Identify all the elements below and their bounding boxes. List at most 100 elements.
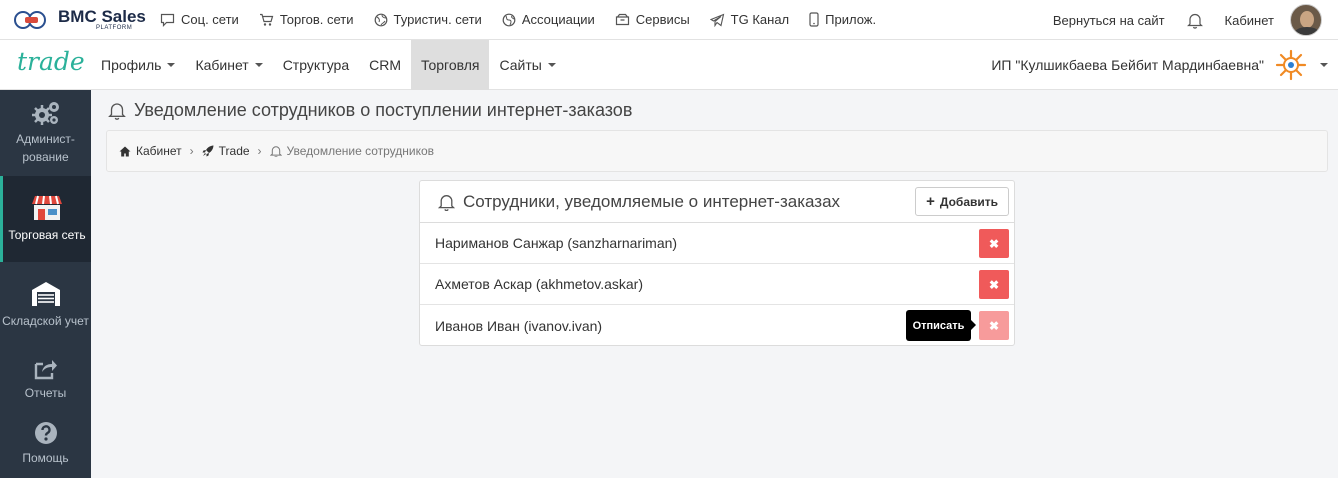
top-bar: BMC Sales PLATFORM Соц. сети Торгов. сет…: [0, 0, 1338, 40]
sidebar-item-label: Помощь: [22, 451, 69, 465]
topnav-telegram[interactable]: TG Канал: [709, 12, 790, 27]
topnav-associations[interactable]: Ассоциации: [502, 12, 595, 27]
sidebar: Админист-рование Торговая сеть Складской…: [0, 90, 91, 478]
secnav-crm[interactable]: CRM: [359, 40, 411, 90]
sidebar-item-admin[interactable]: Админист-рование: [0, 90, 91, 176]
close-icon: ✖: [988, 277, 1000, 292]
notifications-bell-icon[interactable]: [1186, 12, 1203, 29]
warehouse-icon: [30, 280, 62, 308]
share-icon: [34, 358, 58, 380]
breadcrumb-item-current: Уведомление сотрудников: [269, 144, 435, 158]
panel-title-text: Сотрудники, уведомляемые о интернет-зака…: [463, 191, 841, 211]
globe-icon: [374, 13, 388, 27]
shop-icon: [31, 194, 63, 222]
topnav-label: Прилож.: [825, 12, 877, 27]
employee-name: Иванов Иван (ivanov.ivan): [435, 317, 603, 334]
employee-name: Ахметов Аскар (akhmetov.askar): [435, 276, 643, 292]
unsubscribe-button[interactable]: ✖: [979, 229, 1009, 258]
secnav-structure[interactable]: Структура: [273, 40, 359, 90]
breadcrumb-item-trade[interactable]: Trade: [202, 144, 250, 158]
trade-logo[interactable]: trade: [0, 37, 91, 87]
secnav-label: Торговля: [421, 56, 480, 73]
company-selector[interactable]: ИП "Кулшикбаева Бейбит Мардинбаевна": [991, 40, 1338, 90]
page-title-text: Уведомление сотрудников о поступлении ин…: [134, 100, 633, 120]
secnav-label: CRM: [369, 56, 401, 73]
add-button-label: Добавить: [939, 194, 998, 209]
sidebar-item-label: Отчеты: [24, 386, 67, 400]
company-logo-icon: [1275, 49, 1307, 81]
company-name: ИП "Кулшикбаева Бейбит Мардинбаевна": [991, 57, 1264, 73]
help-icon: [34, 421, 58, 445]
secnav-profile[interactable]: Профиль: [91, 40, 185, 90]
bmc-logo-mark: [14, 9, 50, 31]
bell-icon: [108, 101, 126, 120]
panel-header: Сотрудники, уведомляемые о интернет-зака…: [420, 181, 1014, 223]
secnav-trade[interactable]: Торговля: [411, 39, 490, 90]
section-bar: trade Профиль Кабинет Структура CRM Торг…: [0, 37, 1338, 90]
breadcrumb: Кабинет › Trade › Уведомление сотруднико…: [106, 130, 1328, 172]
breadcrumb-item-cabinet[interactable]: Кабинет: [119, 144, 182, 158]
topnav-label: Соц. сети: [181, 12, 239, 27]
breadcrumb-label: Trade: [218, 144, 250, 158]
sidebar-item-label: Складской учет: [2, 314, 89, 328]
sidebar-item-trade-network[interactable]: Торговая сеть: [0, 176, 91, 262]
page-title: Уведомление сотрудников о поступлении ин…: [108, 100, 632, 121]
unsubscribe-tooltip: Отписать: [906, 310, 976, 341]
sidebar-item-warehouse[interactable]: Складской учет: [0, 262, 91, 348]
topnav-label: Ассоциации: [521, 12, 595, 27]
employee-row: Ахметов Аскар (akhmetov.askar) ✖: [420, 264, 1014, 305]
plus-icon: +: [926, 193, 935, 210]
breadcrumb-separator: ›: [189, 144, 194, 158]
breadcrumb-label: Кабинет: [136, 144, 182, 158]
topnav-label: Торгов. сети: [279, 12, 354, 27]
sidebar-item-label: Админист-рование: [16, 132, 75, 164]
topnav-social[interactable]: Соц. сети: [160, 12, 239, 27]
back-to-site-link[interactable]: Вернуться на сайт: [1053, 13, 1165, 28]
logo-title: BMC Sales: [58, 7, 146, 26]
unsubscribe-button[interactable]: ✖: [979, 311, 1009, 340]
rocket-icon: [202, 145, 214, 157]
sidebar-item-label: Торговая сеть: [8, 228, 86, 242]
topnav-trade[interactable]: Торгов. сети: [259, 12, 354, 27]
sidebar-item-help[interactable]: Помощь: [0, 412, 91, 476]
panel-title: Сотрудники, уведомляемые о интернет-зака…: [438, 192, 840, 212]
top-nav: Соц. сети Торгов. сети Туристич. сети Ас…: [160, 12, 896, 27]
close-icon: ✖: [988, 318, 1000, 333]
breadcrumb-label: Уведомление сотрудников: [286, 144, 435, 158]
topnav-services[interactable]: Сервисы: [615, 12, 690, 27]
caret-down-icon: [167, 62, 176, 67]
caret-down-icon: [254, 62, 263, 67]
home-icon: [119, 146, 131, 157]
topnav-label: Туристич. сети: [393, 12, 482, 27]
sidebar-item-reports[interactable]: Отчеты: [0, 348, 91, 412]
topnav-tourism[interactable]: Туристич. сети: [374, 12, 482, 27]
bmc-logo[interactable]: BMC Sales PLATFORM: [14, 8, 160, 31]
topnav-label: Сервисы: [635, 12, 690, 27]
secnav-label: Кабинет: [195, 56, 249, 73]
bell-icon: [438, 193, 455, 211]
close-icon: ✖: [988, 236, 1000, 251]
bell-icon: [269, 145, 282, 157]
gears-icon: [31, 100, 61, 126]
secnav-label: Структура: [282, 56, 350, 73]
unsubscribe-button[interactable]: ✖: [979, 270, 1009, 299]
caret-down-icon: [1320, 63, 1328, 67]
add-employee-button[interactable]: + Добавить: [915, 187, 1009, 216]
employee-name: Нариманов Санжар (sanzharnariman): [435, 235, 678, 251]
phone-icon: [809, 12, 819, 27]
topnav-label: TG Канал: [730, 12, 790, 27]
telegram-icon: [709, 13, 725, 27]
box-icon: [615, 13, 630, 26]
globe-alt-icon: [502, 13, 516, 27]
user-avatar[interactable]: [1290, 4, 1322, 36]
cart-icon: [259, 13, 274, 27]
employee-row: Нариманов Санжар (sanzharnariman) ✖: [420, 223, 1014, 264]
cabinet-link[interactable]: Кабинет: [1225, 13, 1274, 28]
topnav-apps[interactable]: Прилож.: [809, 12, 876, 27]
section-nav: Профиль Кабинет Структура CRM Торговля С…: [91, 39, 566, 90]
caret-down-icon: [547, 62, 556, 67]
secnav-sites[interactable]: Сайты: [489, 40, 565, 90]
secnav-cabinet[interactable]: Кабинет: [185, 40, 272, 90]
secnav-label: Сайты: [499, 56, 542, 73]
breadcrumb-separator: ›: [257, 144, 262, 158]
